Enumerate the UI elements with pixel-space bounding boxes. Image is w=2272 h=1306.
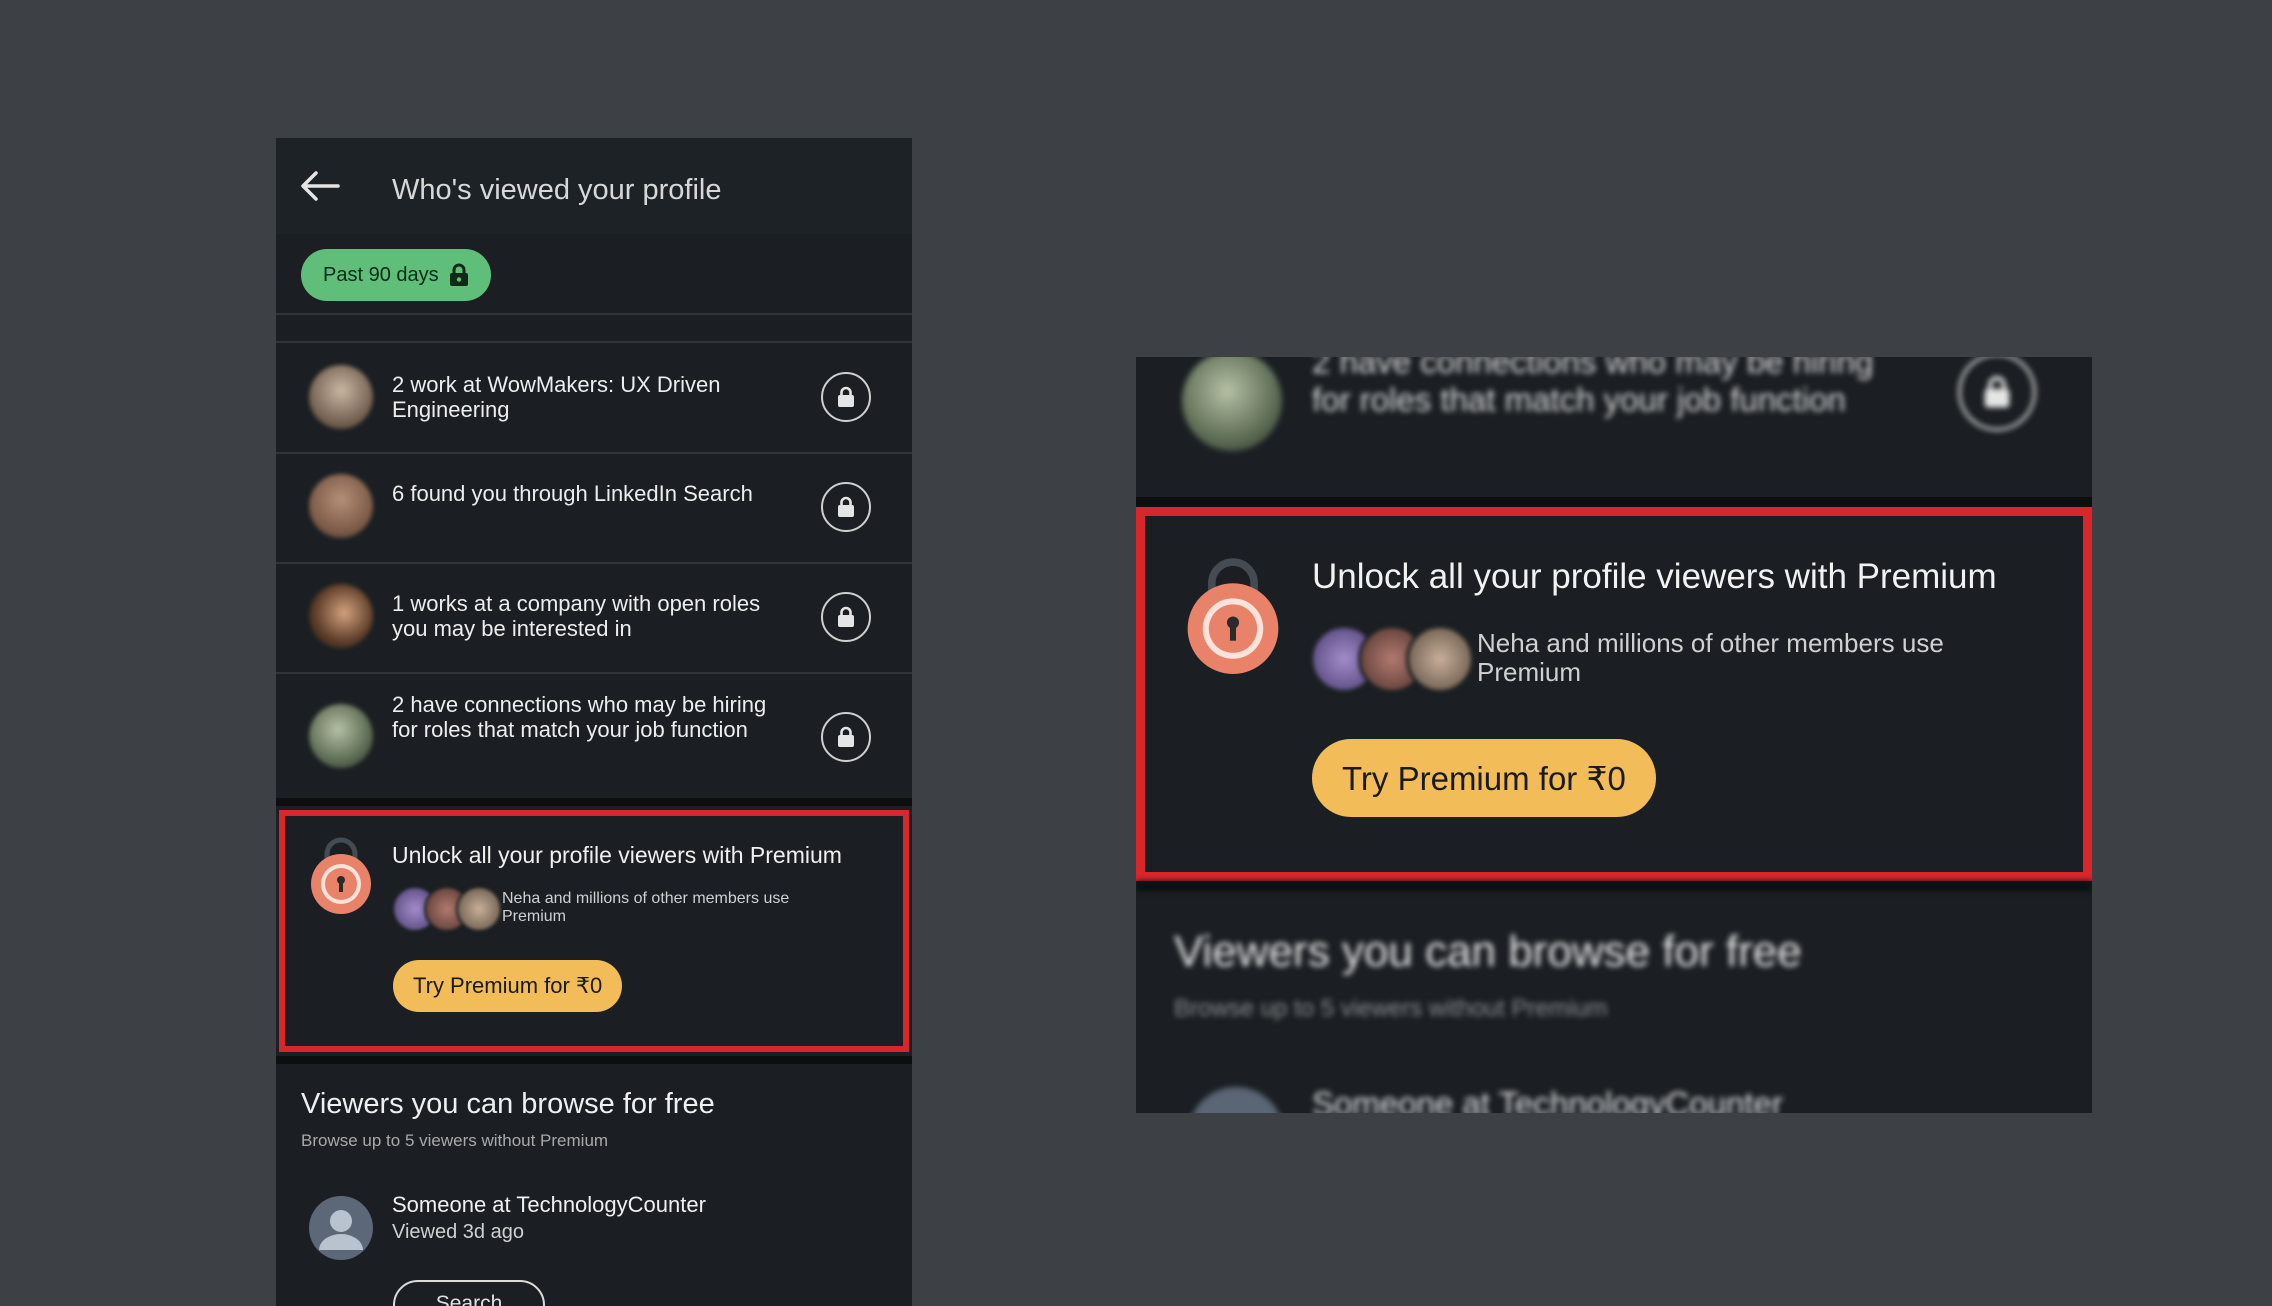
avatar [309,365,373,429]
free-viewers-subtitle: Browse up to 5 viewers without Premium [301,1131,609,1150]
try-premium-button[interactable]: Try Premium for ₹0 [393,960,623,1012]
section-divider [276,798,912,806]
lock-icon[interactable] [821,372,871,422]
section-divider [276,1056,912,1064]
avatar [309,704,373,768]
divider [276,313,912,315]
free-viewers-subtitle: Browse up to 5 viewers without Premium [1174,995,1608,1022]
insight-text: 2 work at WowMakers: UX Driven Engineeri… [392,372,721,422]
lock-icon[interactable] [821,482,871,532]
past-90-days-filter[interactable]: Past 90 days [301,249,491,301]
lock-icon[interactable] [821,712,871,762]
lock-icon [449,263,468,286]
lock-icon [1958,357,2036,431]
insight-text: 6 found you through LinkedIn Search [392,481,753,506]
anonymous-avatar-icon [1188,1087,1284,1113]
section-divider [1136,881,2092,891]
premium-subtitle: Neha and millions of other members use P… [1477,628,1944,687]
insight-row[interactable]: 2 have connections who may be hiring for… [276,674,912,798]
back-arrow-icon[interactable] [298,168,342,204]
avatar [309,584,373,648]
insight-row[interactable]: 2 work at WowMakers: UX Driven Engineeri… [276,342,912,452]
avatar [309,474,373,538]
search-button[interactable]: Search [393,1280,545,1306]
lock-icon[interactable] [821,592,871,642]
premium-subtitle: Neha and millions of other members use P… [502,890,790,925]
premium-zoom-panel: 2 have connections who may be hiring for… [1136,357,2092,1113]
insight-text: 2 have connections who may be hiring for… [1312,357,1874,418]
section-divider [1136,497,2092,507]
viewer-name: Someone at TechnologyCounter [1312,1085,1783,1113]
insight-row[interactable]: 6 found you through LinkedIn Search [276,454,912,562]
page-title: Who's viewed your profile [392,174,722,206]
avatar [1182,357,1282,451]
padlock-icon [311,837,371,914]
free-viewers-title: Viewers you can browse for free [301,1088,715,1120]
anonymous-avatar-icon [309,1196,373,1260]
profile-viewers-screen: Who's viewed your profile Past 90 days 2… [276,138,912,1306]
insight-row[interactable]: 1 works at a company with open roles you… [276,564,912,672]
viewer-name[interactable]: Someone at TechnologyCounter [392,1192,706,1218]
premium-title: Unlock all your profile viewers with Pre… [1312,557,1997,596]
filter-label: Past 90 days [323,263,439,286]
free-viewers-title: Viewers you can browse for free [1174,927,1802,976]
insight-text: 1 works at a company with open roles you… [392,591,761,641]
padlock-icon [1187,558,1279,674]
insight-text: 2 have connections who may be hiring for… [392,692,767,742]
member-avatar [456,886,502,932]
viewer-time: Viewed 3d ago [392,1221,524,1243]
try-premium-button[interactable]: Try Premium for ₹0 [1312,739,1656,817]
premium-title: Unlock all your profile viewers with Pre… [392,842,842,868]
top-bar: Who's viewed your profile [276,138,912,234]
member-avatar [1406,625,1474,693]
